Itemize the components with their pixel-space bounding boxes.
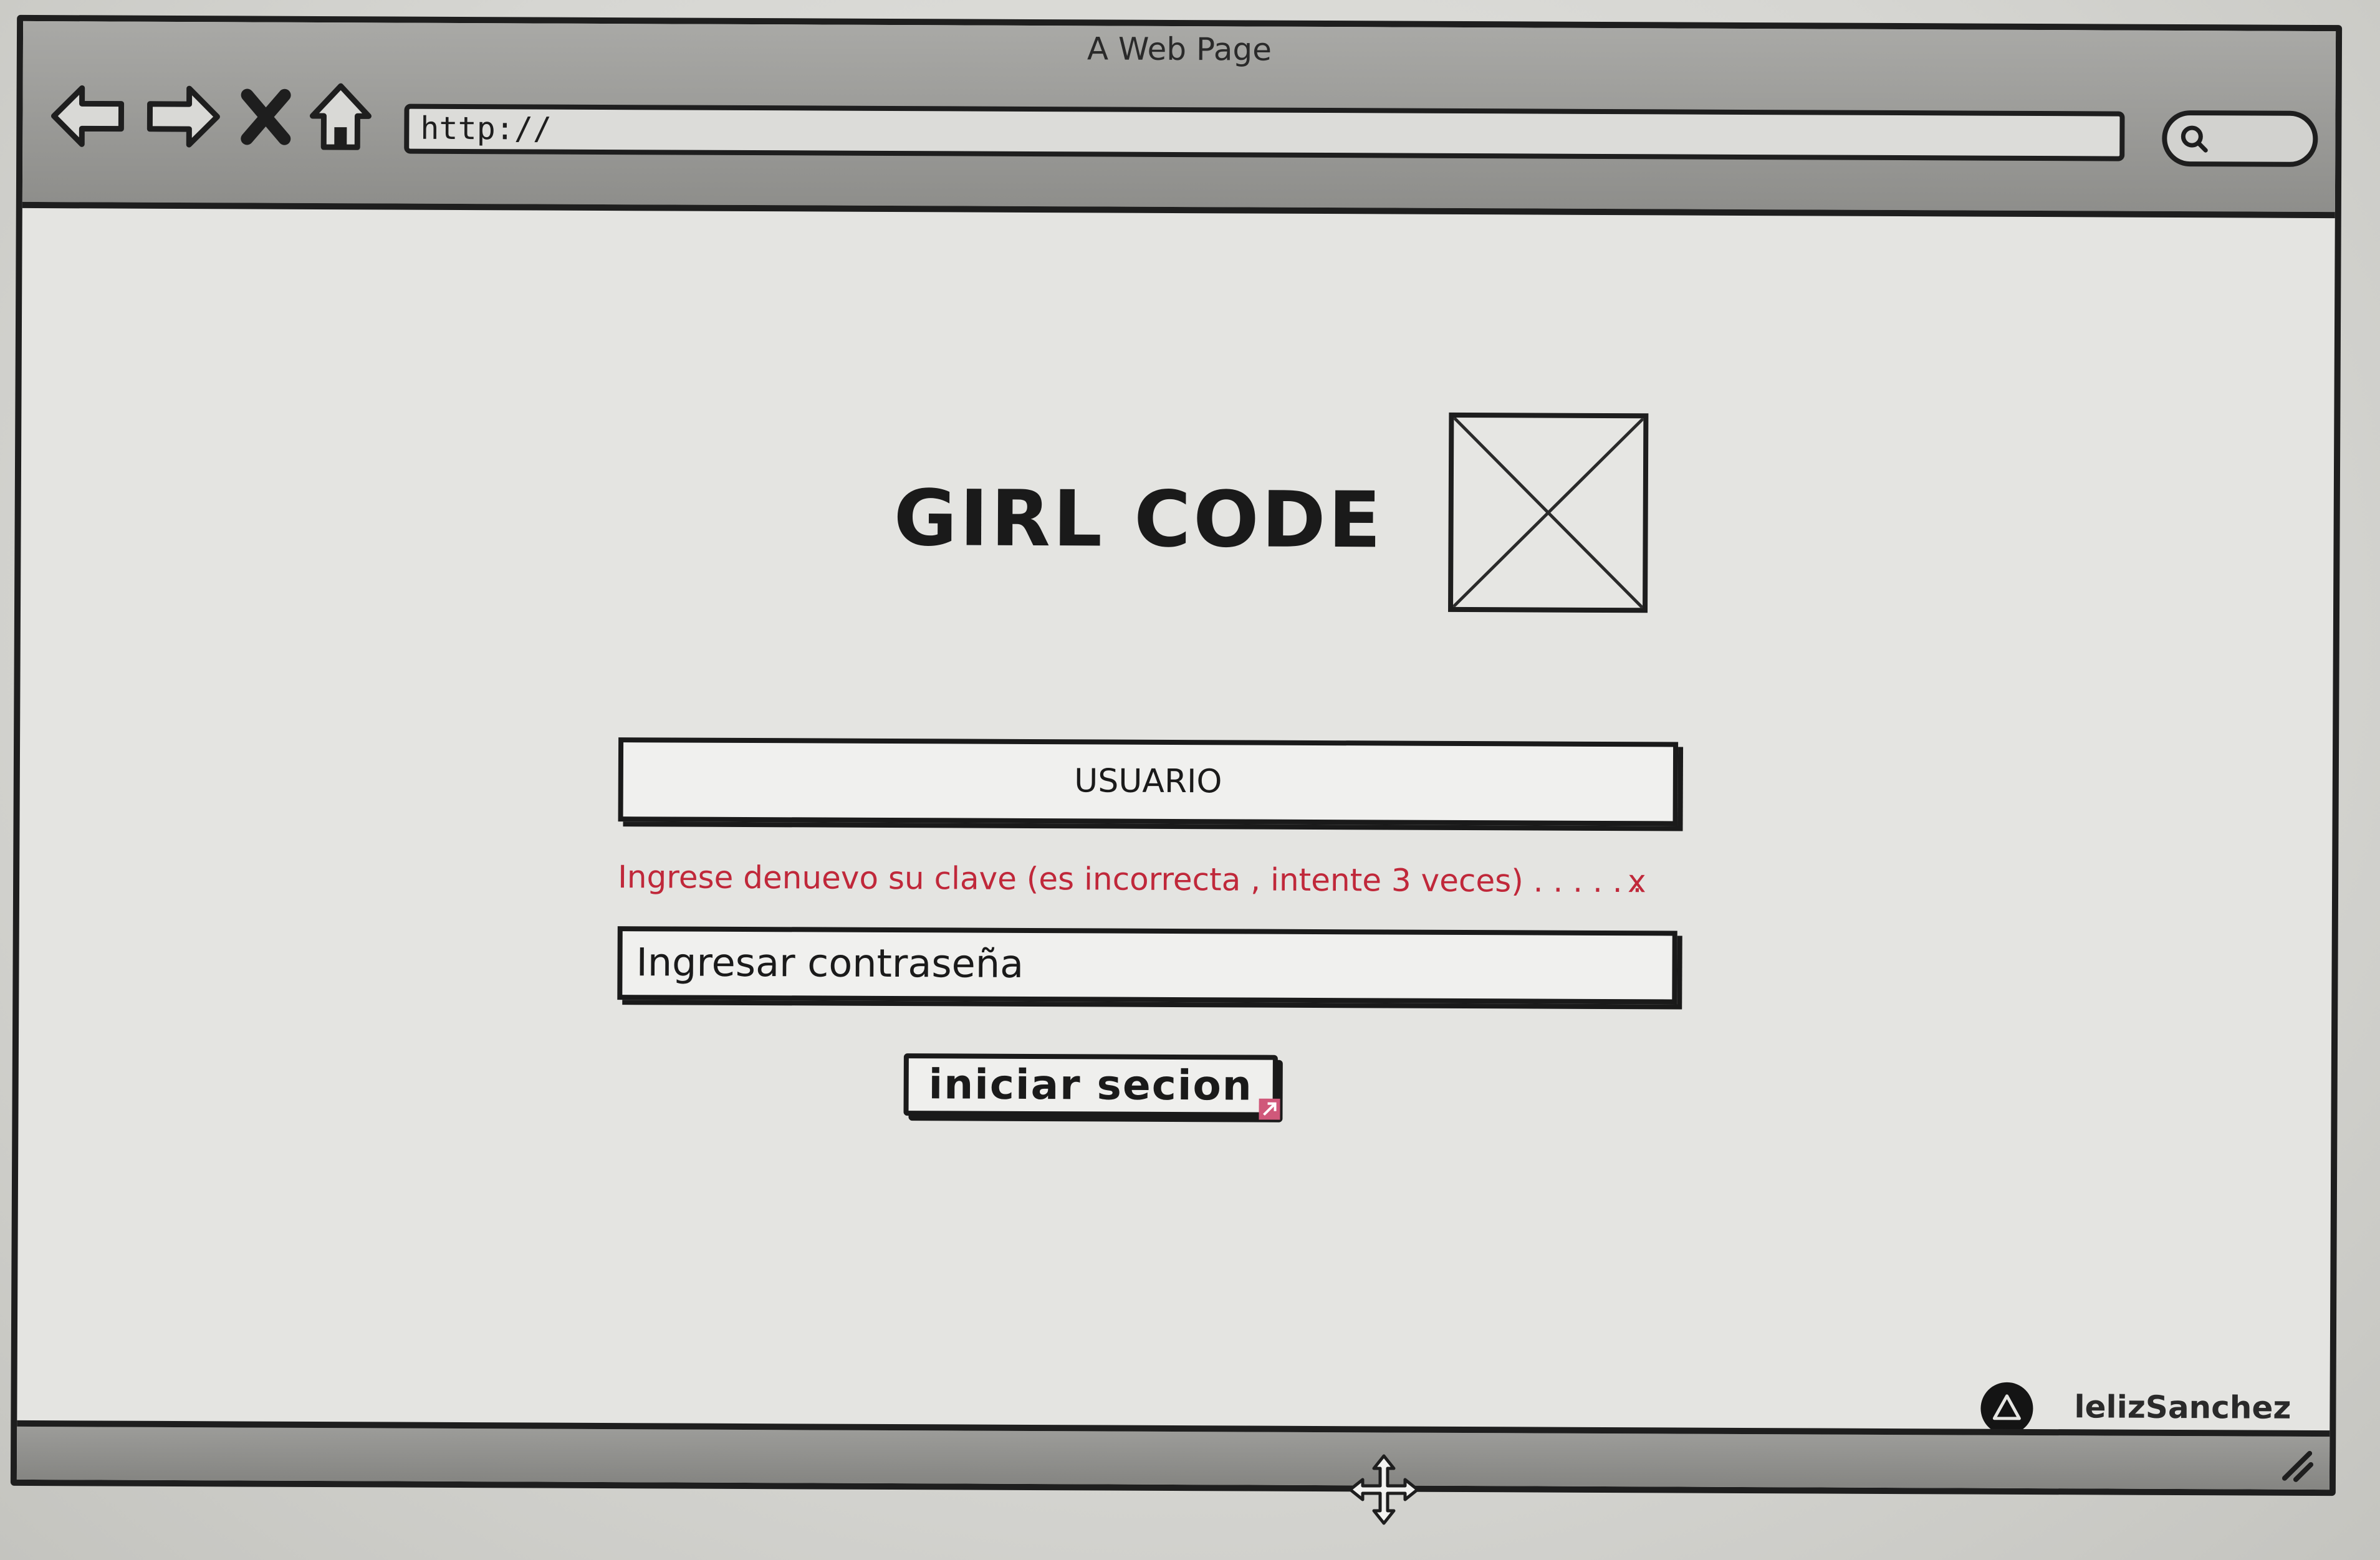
error-close-icon[interactable]: x: [1628, 863, 1646, 899]
search-box[interactable]: [2162, 110, 2318, 167]
home-icon[interactable]: [306, 80, 375, 155]
window-title: A Web Page: [1087, 31, 1272, 68]
user-avatar-icon: [1980, 1382, 2033, 1435]
login-button[interactable]: iniciar secion: [903, 1053, 1280, 1120]
address-bar[interactable]: http://: [404, 103, 2125, 161]
forward-arrow-icon[interactable]: [142, 79, 224, 155]
link-marker-icon: [1259, 1098, 1280, 1120]
password-field[interactable]: Ingresar contraseña: [617, 926, 1677, 1005]
password-placeholder: Ingresar contraseña: [636, 939, 1024, 987]
move-cursor-icon: [1348, 1454, 1419, 1525]
error-message: Ingrese denuevo su clave (es incorrecta …: [618, 859, 1643, 900]
footer-username: lelizSanchez: [2074, 1389, 2291, 1426]
error-message-row: Ingrese denuevo su clave (es incorrecta …: [618, 859, 1677, 899]
browser-toolbar: A Web Page http://: [22, 21, 2336, 219]
image-placeholder-icon: [1448, 412, 1649, 613]
username-field[interactable]: USUARIO: [618, 737, 1679, 826]
stop-x-icon[interactable]: [238, 79, 294, 154]
login-button-label: iniciar secion: [928, 1060, 1253, 1110]
status-bar: [16, 1420, 2330, 1490]
search-icon: [2181, 125, 2208, 153]
back-arrow-icon[interactable]: [47, 79, 129, 154]
resize-grip-icon[interactable]: [2278, 1447, 2316, 1485]
page-title: GIRL CODE: [893, 474, 1384, 566]
page-content: GIRL CODE USUARIO Ingrese denuevo su cla…: [17, 208, 2334, 1435]
browser-window: A Web Page http:// GIRL CODE USUARIO Ing…: [10, 14, 2343, 1496]
